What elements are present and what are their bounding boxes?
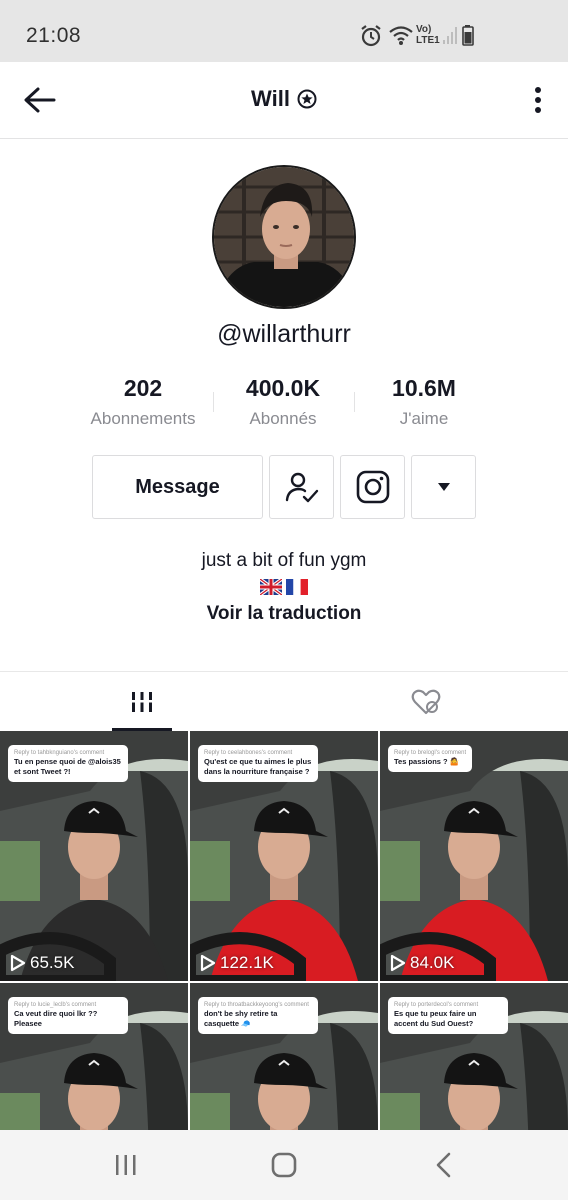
page-title: Will [0, 86, 568, 112]
status-time: 21:08 [26, 24, 82, 47]
stat-likes[interactable]: 10.6M J'aime [349, 372, 499, 433]
video-tile[interactable]: Reply to tahbknguiano's comment Tu en pen… [0, 731, 188, 981]
video-tile[interactable]: Reply to porterdecol's comment Es que tu … [380, 983, 568, 1131]
profile-tabs [0, 671, 568, 731]
comment-reply-bubble: Reply to ceelahbones's comment Qu'est ce … [198, 745, 318, 782]
home-icon [271, 1152, 297, 1178]
tab-videos[interactable] [0, 672, 284, 732]
hidden-heart-icon [411, 689, 441, 715]
more-options-button[interactable] [528, 80, 548, 120]
bio-text: just a bit of fun ygm [201, 550, 367, 571]
system-back-button[interactable] [429, 1150, 459, 1180]
stat-label: Abonnements [90, 409, 196, 428]
uk-flag-icon [259, 578, 282, 595]
view-count-value: 65.5K [30, 953, 75, 972]
see-translation-link[interactable]: Voir la traduction [0, 603, 568, 625]
play-icon [10, 954, 26, 972]
user-check-icon [285, 472, 318, 503]
stat-following[interactable]: 202 Abonnements [68, 372, 218, 433]
instagram-icon [356, 470, 389, 504]
system-navigation-bar [0, 1130, 568, 1200]
message-button[interactable]: Message [92, 455, 263, 519]
wifi-icon [389, 26, 413, 45]
more-vertical-icon [535, 87, 541, 113]
reply-label: Reply to lucie_leclb's comment [14, 1002, 97, 1008]
comment-text: Qu'est ce que tu aimes le plus dans la n… [204, 757, 312, 776]
avatar[interactable] [212, 165, 356, 309]
stat-value: 202 [123, 375, 163, 401]
username: @willarthurr [217, 320, 351, 348]
view-count: 84.0K [390, 953, 454, 973]
stat-followers[interactable]: 400.0K Abonnés [208, 372, 358, 433]
reply-label: Reply to ceelahbones's comment [204, 750, 293, 756]
stat-value: 10.6M [392, 375, 456, 401]
caret-down-icon [437, 483, 450, 491]
stat-label: J'aime [399, 409, 449, 428]
bio-flags [0, 578, 568, 598]
verified-badge-icon [297, 89, 317, 109]
comment-text: Es que tu peux faire un accent du Sud Ou… [394, 1009, 477, 1028]
home-button[interactable] [269, 1150, 299, 1180]
profile-name: Will [251, 86, 290, 111]
comment-text: Tes passions ? 🤷 [394, 757, 460, 766]
top-navigation: Will [0, 62, 568, 139]
grid-icon [132, 692, 152, 712]
chevron-left-icon [436, 1152, 451, 1178]
reply-label: Reply to tahbknguiano's comment [14, 750, 105, 756]
reply-label: Reply to throatbackkeyoong's comment [204, 1002, 309, 1008]
comment-reply-bubble: Reply to throatbackkeyoong's comment don'… [198, 997, 318, 1034]
comment-reply-bubble: Reply to porterdecol's comment Es que tu … [388, 997, 508, 1034]
status-bar: 21:08 Vo) LTE1 [0, 0, 568, 62]
following-button[interactable] [269, 455, 334, 519]
video-grid: Reply to tahbknguiano's comment Tu en pen… [0, 731, 568, 1131]
view-count-value: 84.0K [410, 953, 455, 972]
video-tile[interactable]: Reply to lucie_leclb's comment Ca veut di… [0, 983, 188, 1131]
stat-value: 400.0K [245, 375, 321, 401]
stat-label: Abonnés [249, 409, 317, 428]
suggested-accounts-button[interactable] [411, 455, 476, 519]
alarm-icon [361, 25, 381, 47]
view-count-value: 122.1K [220, 953, 274, 972]
view-count: 65.5K [10, 953, 74, 973]
comment-text: don't be shy retire ta casquette 🧢 [204, 1009, 278, 1028]
recent-apps-icon [116, 1155, 136, 1175]
instagram-button[interactable] [340, 455, 405, 519]
comment-reply-bubble: Reply to brelogl's comment Tes passions ?… [388, 745, 473, 772]
tab-liked-videos[interactable] [284, 672, 568, 732]
play-icon [390, 954, 406, 972]
comment-reply-bubble: Reply to tahbknguiano's comment Tu en pen… [8, 745, 128, 782]
france-flag-icon [286, 578, 309, 595]
reply-label: Reply to brelogl's comment [394, 750, 467, 756]
recent-apps-button[interactable] [111, 1150, 141, 1180]
network-label: Vo) LTE1 [416, 24, 440, 46]
video-tile[interactable]: Reply to throatbackkeyoong's comment don'… [190, 983, 378, 1131]
video-tile[interactable]: Reply to brelogl's comment Tes passions ?… [380, 731, 568, 981]
view-count: 122.1K [200, 953, 274, 973]
play-icon [200, 954, 216, 972]
comment-text: Tu en pense quoi de @alois35 et sont Twe… [14, 757, 121, 776]
signal-icon [443, 27, 457, 44]
comment-text: Ca veut dire quoi lkr ?? Pleasee [14, 1009, 98, 1028]
reply-label: Reply to porterdecol's comment [394, 1002, 479, 1008]
video-tile[interactable]: Reply to ceelahbones's comment Qu'est ce … [190, 731, 378, 981]
comment-reply-bubble: Reply to lucie_leclb's comment Ca veut di… [8, 997, 128, 1034]
battery-icon [462, 25, 474, 46]
